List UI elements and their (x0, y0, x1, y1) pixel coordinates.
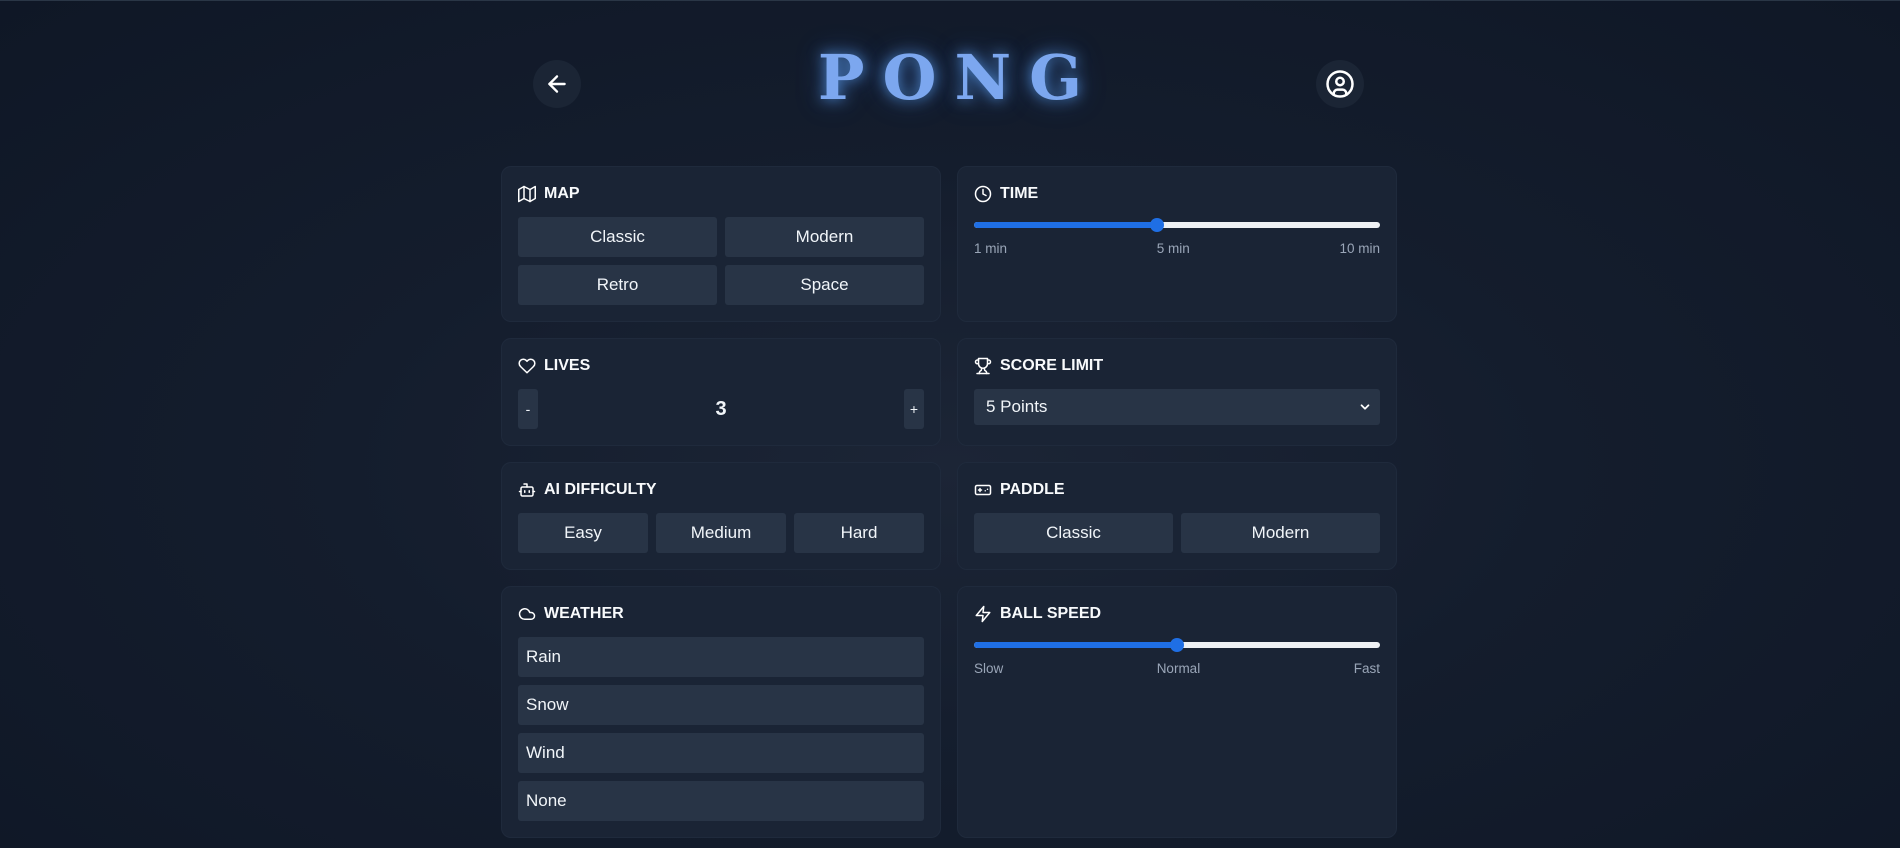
map-option-classic[interactable]: Classic (518, 217, 717, 257)
page-title: PONG (817, 41, 1101, 114)
paddle-label: PADDLE (1000, 481, 1065, 498)
ball-speed-mid-label: Normal (1156, 661, 1201, 676)
ball-speed-min-label: Slow (974, 661, 1004, 676)
time-heading: TIME (974, 183, 1380, 205)
weather-option-snow[interactable]: Snow (518, 685, 924, 725)
time-slider-labels: 1 min 5 min 10 min (974, 241, 1380, 259)
time-mid-label: 5 min (1156, 241, 1190, 256)
score-limit-label: SCORE LIMIT (1000, 357, 1104, 374)
weather-option-none[interactable]: None (518, 781, 924, 821)
map-option-space[interactable]: Space (725, 265, 924, 305)
bot-icon (518, 483, 536, 497)
time-label: TIME (1000, 185, 1039, 202)
map-option-retro[interactable]: Retro (518, 265, 717, 305)
map-option-modern[interactable]: Modern (725, 217, 924, 257)
paddle-card: PADDLE Classic Modern (957, 462, 1397, 570)
clock-icon (974, 185, 992, 203)
weather-option-rain[interactable]: Rain (518, 637, 924, 677)
difficulty-option-easy[interactable]: Easy (518, 513, 648, 553)
settings-grid: MAP Classic Modern Retro Space TIME 1 mi… (501, 166, 1397, 838)
lives-card: LIVES - 3 + (501, 338, 941, 446)
map-label: MAP (544, 185, 580, 202)
cloud-icon (518, 608, 536, 620)
gamepad-icon (974, 484, 992, 496)
map-card: MAP Classic Modern Retro Space (501, 166, 941, 322)
lives-increment-button[interactable]: + (904, 389, 924, 429)
difficulty-option-hard[interactable]: Hard (794, 513, 924, 553)
weather-card: WEATHER Rain Snow Wind None (501, 586, 941, 838)
ai-difficulty-label: AI DIFFICULTY (544, 481, 657, 498)
score-limit-select[interactable]: 5 Points (974, 389, 1380, 425)
user-circle-icon (1326, 70, 1354, 98)
score-limit-card: SCORE LIMIT 5 Points (957, 338, 1397, 446)
difficulty-option-medium[interactable]: Medium (656, 513, 786, 553)
time-slider[interactable] (974, 217, 1380, 233)
slider-thumb[interactable] (1149, 218, 1164, 232)
slider-fill (974, 222, 1157, 228)
zap-icon (975, 605, 991, 623)
score-limit-heading: SCORE LIMIT (974, 355, 1380, 377)
time-min-label: 1 min (974, 241, 1008, 256)
trophy-icon (974, 357, 992, 375)
paddle-option-classic[interactable]: Classic (974, 513, 1173, 553)
map-icon (518, 185, 536, 203)
ai-difficulty-heading: AI DIFFICULTY (518, 479, 924, 501)
ball-speed-heading: BALL SPEED (974, 603, 1380, 625)
ball-speed-max-label: Fast (1353, 661, 1380, 676)
weather-label: WEATHER (544, 605, 624, 622)
score-limit-selected: 5 Points (986, 397, 1048, 416)
ball-speed-card: BALL SPEED Slow Normal Fast (957, 586, 1397, 838)
ball-speed-slider-labels: Slow Normal Fast (974, 661, 1380, 679)
map-heading: MAP (518, 183, 924, 205)
ai-difficulty-card: AI DIFFICULTY Easy Medium Hard (501, 462, 941, 570)
time-card: TIME 1 min 5 min 10 min (957, 166, 1397, 322)
slider-fill (974, 642, 1177, 648)
weather-heading: WEATHER (518, 603, 924, 625)
chevron-down-icon (1360, 404, 1370, 410)
weather-option-wind[interactable]: Wind (518, 733, 924, 773)
paddle-heading: PADDLE (974, 479, 1380, 501)
heart-icon (518, 358, 536, 374)
profile-button[interactable] (1316, 60, 1364, 108)
lives-label: LIVES (544, 357, 591, 374)
paddle-option-modern[interactable]: Modern (1181, 513, 1380, 553)
lives-stepper: - 3 + (518, 389, 924, 429)
lives-heading: LIVES (518, 355, 924, 377)
ball-speed-slider[interactable] (974, 637, 1380, 653)
slider-thumb[interactable] (1170, 638, 1184, 652)
lives-decrement-button[interactable]: - (518, 389, 538, 429)
lives-value: 3 (715, 397, 727, 420)
ball-speed-label: BALL SPEED (1000, 605, 1102, 622)
time-max-label: 10 min (1339, 241, 1380, 256)
header: PONG (0, 1, 1900, 151)
